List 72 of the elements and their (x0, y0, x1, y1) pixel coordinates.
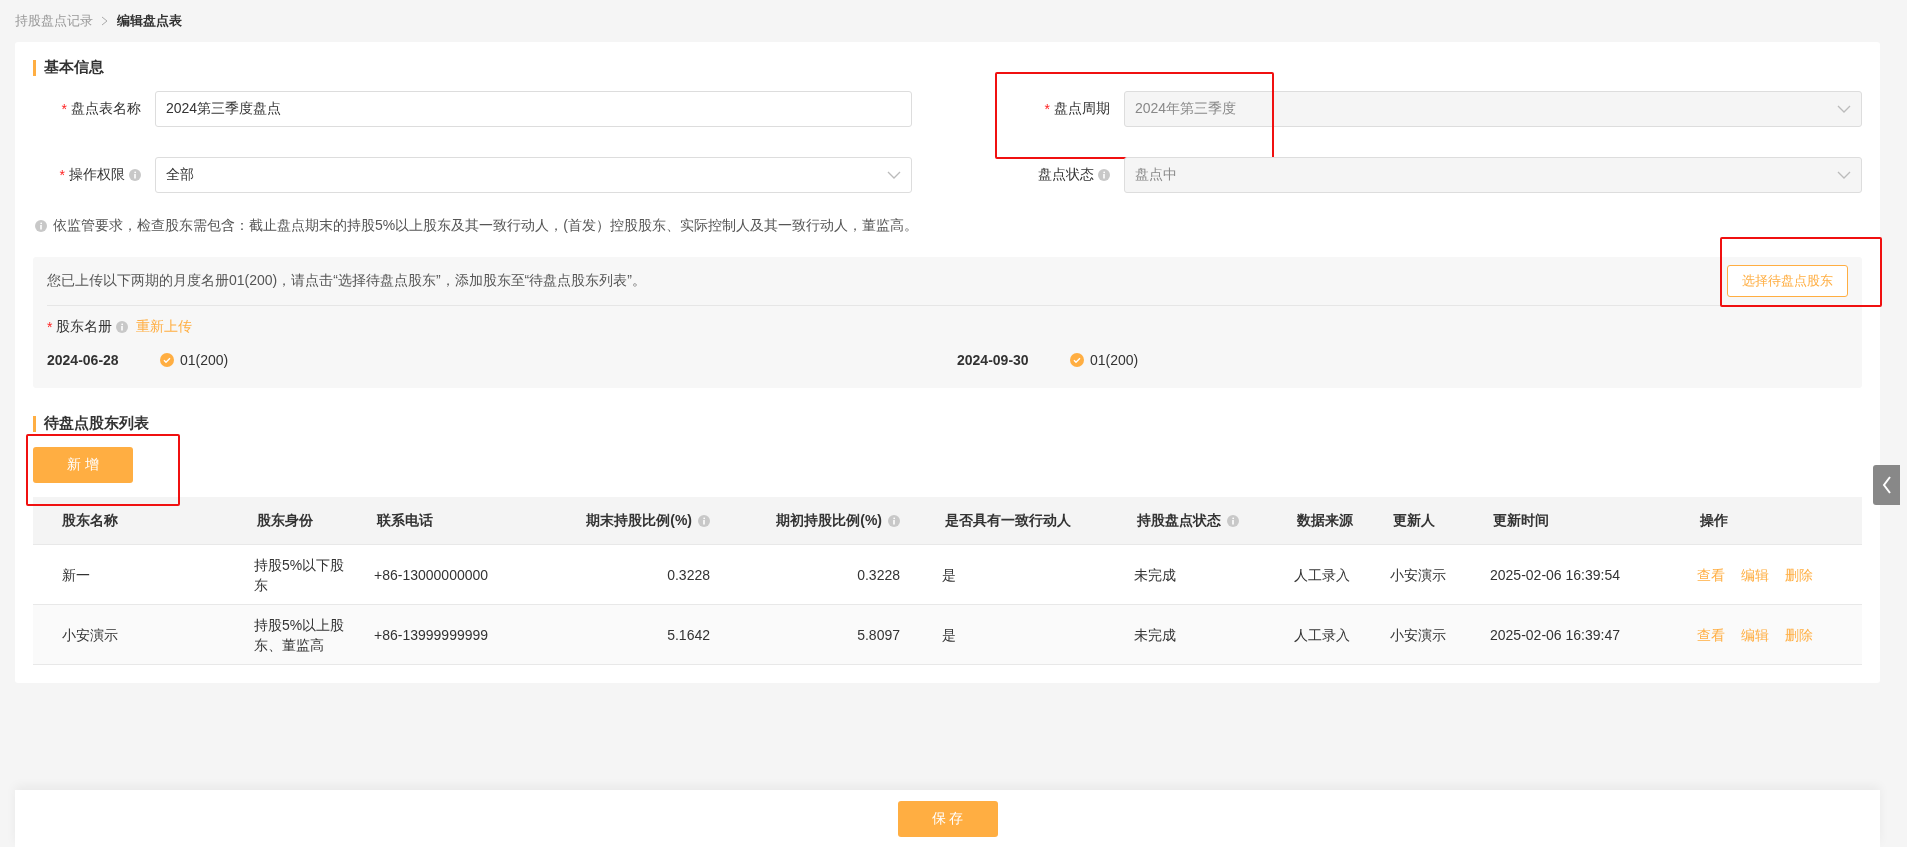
row-action-link[interactable]: 查看 (1697, 624, 1725, 645)
chevron-down-icon (1837, 171, 1851, 179)
column-header: 操作 (1700, 511, 1728, 530)
table-cell-text: 0.3228 (667, 565, 710, 585)
field-label: 股东名册 (56, 318, 113, 336)
period-date: 2024-09-30 (957, 352, 1030, 368)
check-circle-icon (1070, 353, 1084, 367)
chevron-left-icon (1881, 476, 1892, 494)
column-header: 期初持股比例(%) (776, 511, 882, 530)
table-cell-text: 未完成 (1134, 625, 1176, 645)
info-icon (116, 321, 129, 333)
column-header: 持股盘点状态 (1137, 511, 1221, 530)
required-mark: * (61, 101, 67, 117)
info-icon (35, 220, 47, 232)
panel-message: 您已上传以下两期的月度名册01(200)，请点击“选择待盘点股东”，添加股东至“待盘点股东列表”。 (47, 272, 646, 290)
required-mark: * (1044, 101, 1050, 117)
table-cell-text: 小安演示 (1390, 565, 1446, 585)
notice-text: 依监管要求，检查股东需包含：截止盘点期末的持股5%以上股东及其一致行动人，(首发）控股股东、实际控制人及其一致行动人，董监高。 (53, 217, 918, 235)
add-button[interactable]: 新 增 (33, 447, 133, 483)
table-cell-text: 小安演示 (62, 625, 118, 645)
column-header: 是否具有一致行动人 (945, 511, 1071, 530)
table-cell-text: 是 (942, 625, 956, 645)
table-cell-text: 持股5%以下股东 (254, 555, 346, 595)
period-date: 2024-06-28 (47, 352, 120, 368)
column-header: 更新时间 (1493, 511, 1549, 530)
column-header: 联系电话 (377, 511, 433, 530)
chevron-right-icon (101, 16, 109, 26)
roster-file: 01(200) (180, 352, 229, 368)
table-cell-text: 人工录入 (1294, 625, 1350, 645)
table-cell-text: +86-13000000000 (374, 565, 489, 585)
column-header: 期末持股比例(%) (586, 511, 692, 530)
breadcrumb-item: 编辑盘点表 (117, 12, 182, 30)
column-header: 数据来源 (1297, 511, 1353, 530)
side-collapse-tab[interactable] (1873, 465, 1900, 505)
text-field[interactable]: 2024第三季度盘点 (155, 91, 912, 127)
row-action-link[interactable]: 查看 (1697, 564, 1725, 585)
table-cell-text: 5.1642 (667, 625, 710, 645)
reupload-link[interactable]: 重新上传 (136, 318, 193, 336)
chevron-down-icon (887, 171, 901, 179)
chevron-down-icon (1837, 105, 1851, 113)
table-cell-text: 是 (942, 565, 956, 585)
table-cell-text: 新一 (62, 565, 90, 585)
row-action-link[interactable]: 编辑 (1741, 564, 1769, 585)
breadcrumb-item[interactable]: 持股盘点记录 (15, 12, 93, 30)
required-mark: * (47, 319, 53, 335)
row-action-link[interactable]: 编辑 (1741, 624, 1769, 645)
column-header: 股东身份 (257, 511, 313, 530)
field-label: 操作权限 (69, 166, 125, 184)
row-action-link[interactable]: 删除 (1785, 564, 1813, 585)
field-label: 盘点表名称 (71, 100, 141, 118)
required-mark: * (59, 167, 65, 183)
row-action-link[interactable]: 删除 (1785, 624, 1813, 645)
table-cell-text: 5.8097 (857, 625, 900, 645)
table-cell-text: 未完成 (1134, 565, 1176, 585)
table-cell-text: 人工录入 (1294, 565, 1350, 585)
field-label: 盘点状态 (1038, 166, 1094, 184)
table-cell-text: 持股5%以上股东、董监高 (254, 615, 346, 655)
table-cell-text: 小安演示 (1390, 625, 1446, 645)
table-cell-text: 2025-02-06 16:39:54 (1490, 565, 1620, 585)
select-field[interactable]: 全部 (155, 157, 912, 193)
column-header: 股东名称 (62, 511, 118, 530)
column-header: 更新人 (1393, 511, 1435, 530)
check-circle-icon (160, 353, 174, 367)
roster-file: 01(200) (1090, 352, 1139, 368)
section-title: 待盘点股东列表 (44, 414, 149, 433)
select-shareholders-button[interactable]: 选择待盘点股东 (1727, 265, 1848, 297)
table-cell-text: 2025-02-06 16:39:47 (1490, 625, 1620, 645)
section-title: 基本信息 (44, 58, 104, 77)
save-button[interactable]: 保 存 (897, 800, 998, 837)
table-cell-text: 0.3228 (857, 565, 900, 585)
table-cell-text: +86-13999999999 (374, 625, 489, 645)
field-label: 盘点周期 (1054, 100, 1110, 118)
